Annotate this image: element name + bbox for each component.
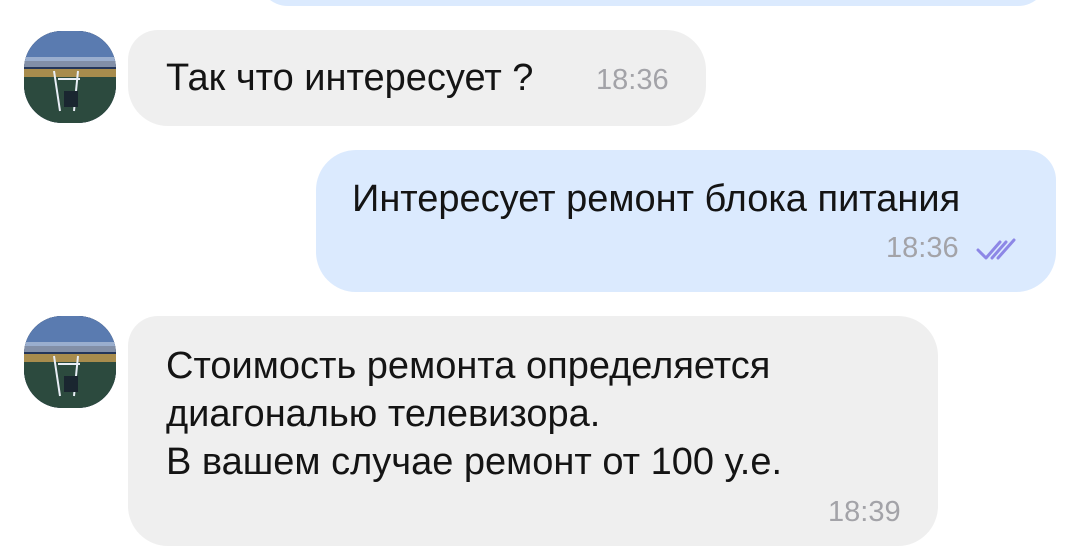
message-bubble-incoming[interactable]: Стоимость ремонта определяется диагональ… [128,316,938,546]
message-bubble-incoming[interactable]: Так что интересует ? 18:36 [128,30,706,126]
double-check-icon [976,236,1020,264]
chat-history: Так что интересует ? 18:36 Интересует ре… [0,0,1080,546]
sender-avatar[interactable] [24,31,116,123]
avatar-image [24,31,116,123]
message-text: Стоимость ремонта определяется диагональ… [166,345,783,483]
message-text: Так что интересует ? [166,57,534,99]
sender-avatar[interactable] [24,316,116,408]
avatar-image [24,316,116,408]
previous-message-bubble[interactable] [258,0,1048,6]
message-time: 18:36 [596,64,669,96]
message-text: Интересует ремонт блока питания [352,178,961,220]
message-bubble-outgoing[interactable]: Интересует ремонт блока питания 18:36 [316,150,1056,292]
message-time: 18:39 [828,496,901,528]
message-time: 18:36 [886,232,959,264]
